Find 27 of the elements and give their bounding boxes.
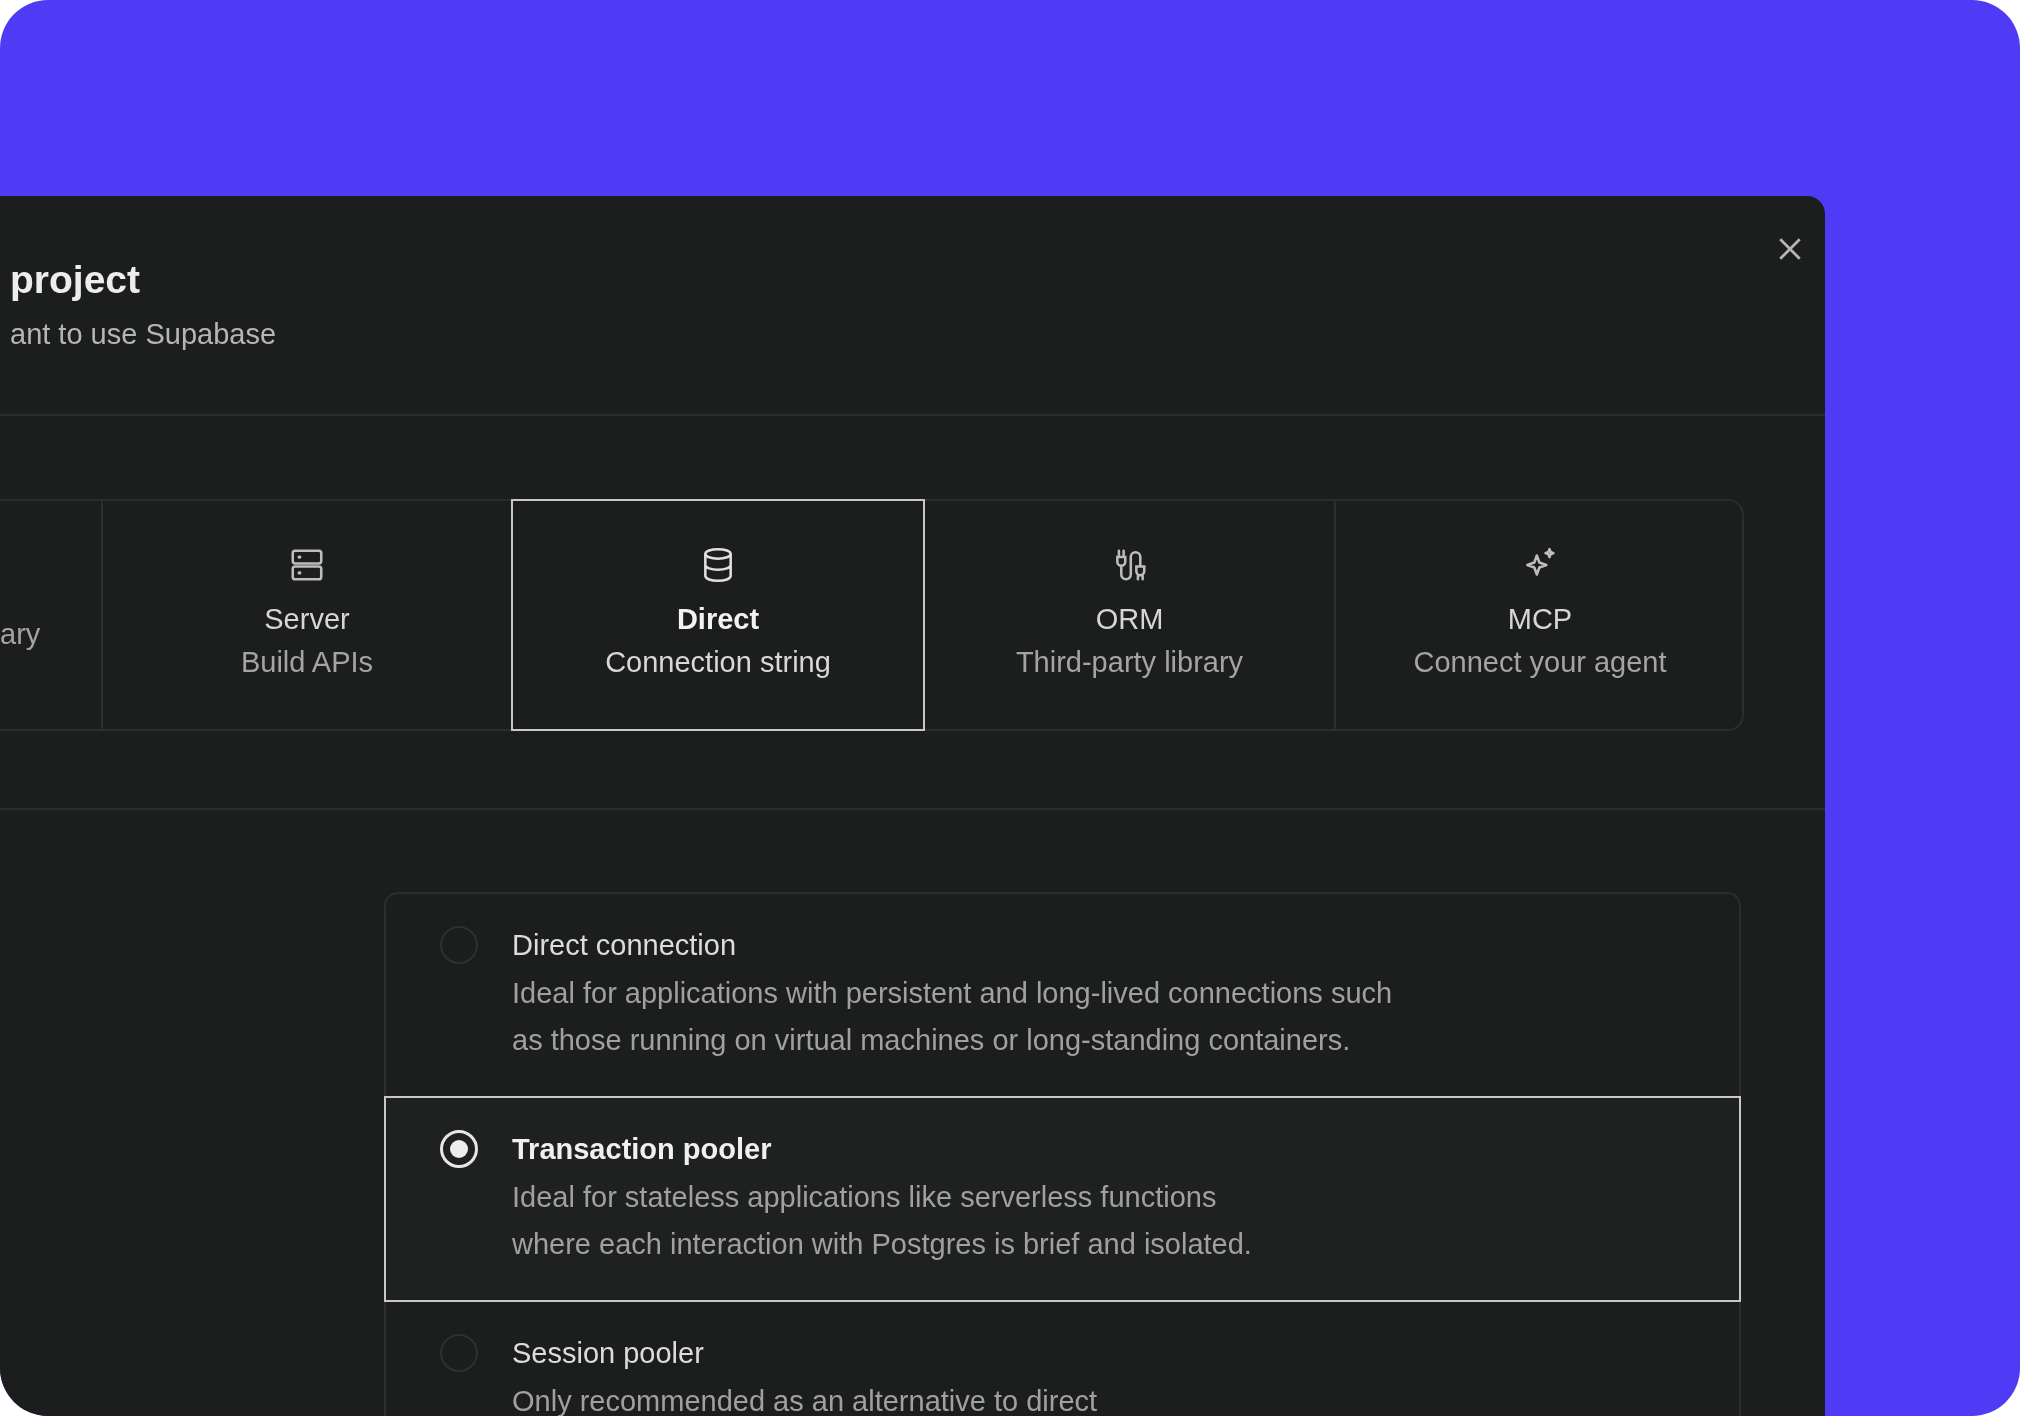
server-icon: [288, 546, 326, 584]
option-description: as those running on virtual machines or long-standing containers.: [512, 1023, 1352, 1058]
dialog-subtitle: ant to use Supabase: [10, 318, 278, 351]
connection-tab[interactable]: MCP Connect your agent: [1334, 501, 1744, 729]
connection-tab[interactable]: ary: [0, 501, 103, 729]
close-icon[interactable]: [1777, 236, 1803, 262]
option-description: Ideal for applications with persistent and long-lived connections such: [512, 976, 1393, 1011]
connection-option[interactable]: Direct connection Ideal for applications with persistent and long-lived connections such as those running on virtual machines or long-standing containers.: [386, 894, 1739, 1096]
tab-description: Connection string: [605, 645, 831, 680]
option-title: Direct connection: [512, 928, 738, 963]
connection-option[interactable]: Transaction pooler Ideal for stateless applications like serverless functions where each interaction with Postgres is brief and isolated.: [384, 1096, 1741, 1302]
tab-description: ary: [0, 617, 41, 652]
dialog-title: project: [10, 257, 142, 303]
tab-label: MCP: [1507, 602, 1573, 637]
tab-label: Direct: [676, 602, 760, 637]
option-description: Ideal for stateless applications like serverless functions: [512, 1180, 1218, 1215]
tab-label: Server: [264, 602, 350, 637]
tab-description: Connect your agent: [1413, 645, 1667, 680]
tab-description: Third-party library: [1015, 645, 1244, 680]
connection-tab[interactable]: Direct Connection string: [511, 499, 925, 731]
tab-label: ORM: [1095, 602, 1164, 637]
tab-description: Build APIs: [240, 645, 374, 680]
connection-tab[interactable]: Server Build APIs: [103, 501, 511, 729]
option-title: Transaction pooler: [512, 1132, 773, 1167]
option-title: Session pooler: [512, 1336, 705, 1371]
connection-tab[interactable]: ORM Third-party library: [925, 501, 1334, 729]
option-description: where each interaction with Postgres is brief and isolated.: [512, 1227, 1252, 1262]
